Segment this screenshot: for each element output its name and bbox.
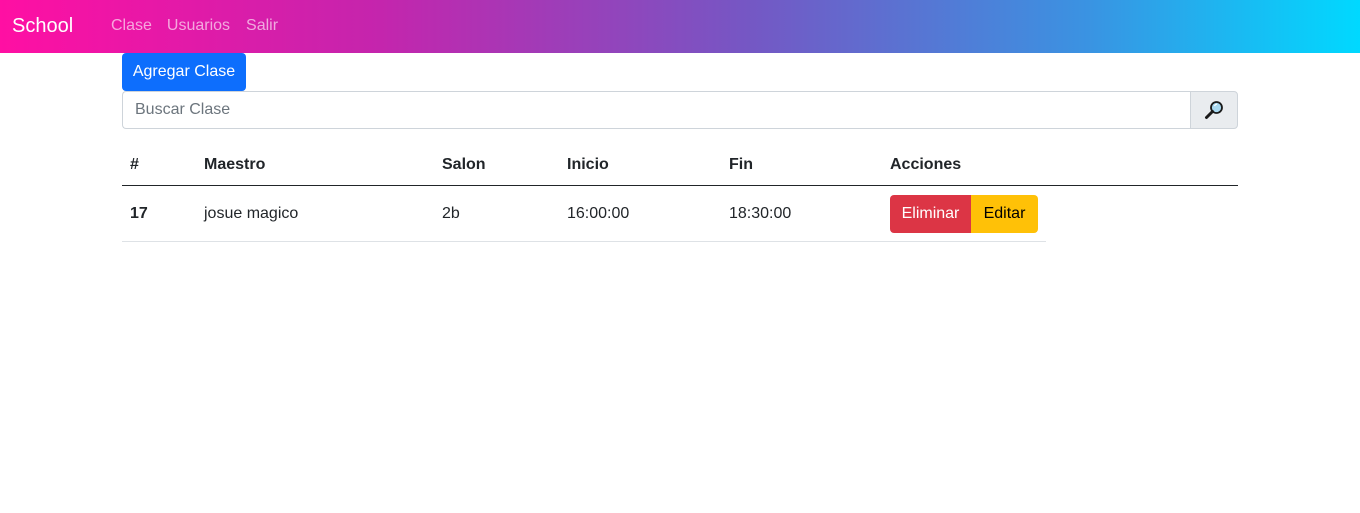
col-header-id: # [122, 145, 196, 186]
navbar: School Clase Usuarios Salir [0, 0, 1360, 53]
search-icon [1205, 101, 1223, 119]
actions-wrap: Eliminar Editar [882, 194, 1046, 242]
cell-salon: 2b [434, 185, 559, 242]
nav-link-salir[interactable]: Salir [246, 16, 278, 36]
search-group [122, 91, 1238, 129]
actions-group: Eliminar Editar [890, 194, 1038, 233]
add-class-button[interactable]: Agregar Clase [122, 53, 246, 91]
nav-link-usuarios[interactable]: Usuarios [167, 16, 230, 36]
cell-id: 17 [122, 185, 196, 242]
brand-link[interactable]: School [12, 13, 73, 39]
cell-fin: 18:30:00 [721, 185, 882, 242]
col-header-fin: Fin [721, 145, 882, 186]
edit-button[interactable]: Editar [971, 194, 1038, 233]
delete-button[interactable]: Eliminar [890, 194, 971, 233]
col-header-inicio: Inicio [559, 145, 721, 186]
search-button[interactable] [1190, 91, 1238, 129]
col-header-salon: Salon [434, 145, 559, 186]
nav-links: Clase Usuarios Salir [111, 16, 294, 36]
search-input[interactable] [122, 91, 1190, 129]
table-row: 17 josue magico 2b 16:00:00 18:30:00 Eli… [122, 185, 1238, 242]
col-header-acciones: Acciones [882, 145, 1238, 186]
cell-inicio: 16:00:00 [559, 185, 721, 242]
classes-table: # Maestro Salon Inicio Fin Acciones 17 j… [122, 145, 1238, 242]
col-header-maestro: Maestro [196, 145, 434, 186]
cell-actions: Eliminar Editar [882, 186, 1238, 242]
cell-maestro: josue magico [196, 185, 434, 242]
nav-link-clase[interactable]: Clase [111, 16, 152, 36]
table-header-row: # Maestro Salon Inicio Fin Acciones [122, 145, 1238, 186]
